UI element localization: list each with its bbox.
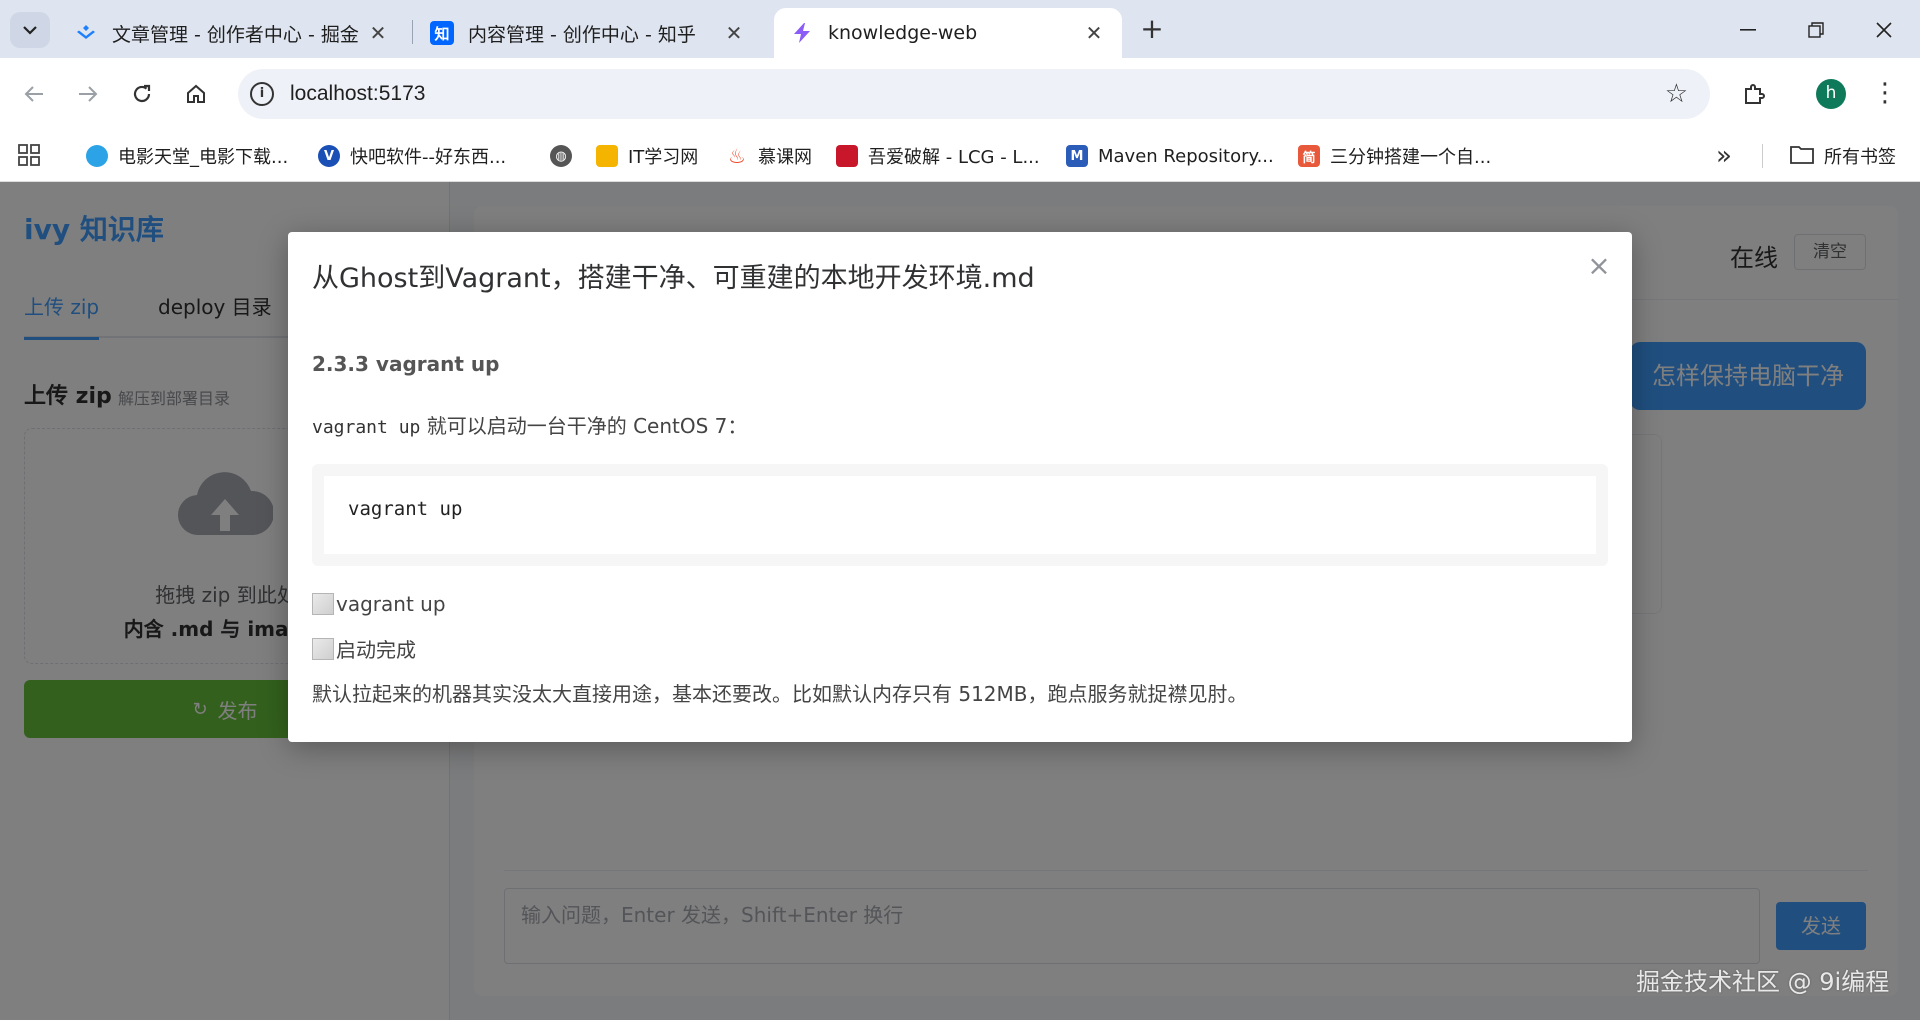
bookmark-item[interactable]: 电影天堂_电影下载... — [86, 130, 288, 182]
close-icon[interactable]: ✕ — [722, 21, 746, 45]
v-icon: V — [318, 145, 340, 167]
code-text: vagrant up — [324, 476, 1596, 554]
profile-avatar[interactable]: h — [1816, 79, 1846, 109]
browser-tab-juejin[interactable]: 文章管理 - 创作者中心 - 掘金 ✕ — [58, 8, 406, 58]
maven-icon: M — [1066, 145, 1088, 167]
52pojie-icon — [836, 145, 858, 167]
tab-divider — [412, 20, 413, 44]
apps-grid-icon[interactable] — [18, 144, 40, 170]
broken-image-icon — [312, 593, 334, 615]
bookmark-divider — [1762, 144, 1763, 168]
inline-code: vagrant up — [312, 417, 421, 438]
new-tab-button[interactable]: + — [1136, 14, 1168, 46]
bookmark-item[interactable]: IT学习网 — [596, 130, 698, 182]
close-icon[interactable]: × — [1584, 252, 1614, 282]
shield-icon — [86, 145, 108, 167]
bookmark-item[interactable]: ♨ 慕课网 — [726, 130, 812, 182]
close-icon[interactable]: ✕ — [366, 21, 390, 45]
site-info-icon[interactable]: i — [250, 82, 274, 106]
arrow-right-icon — [79, 86, 98, 102]
code-block: vagrant up — [312, 464, 1608, 566]
bookmark-item[interactable]: V 快吧软件--好东西... — [318, 130, 506, 182]
url-text: localhost:5173 — [290, 82, 426, 105]
puzzle-icon — [1745, 84, 1765, 104]
close-icon — [1876, 22, 1892, 38]
browser-tab-zhihu[interactable]: 知 内容管理 - 创作中心 - 知乎 ✕ — [414, 8, 762, 58]
browser-tab-knowledge-web[interactable]: knowledge-web ✕ — [774, 8, 1122, 58]
reload-button[interactable] — [124, 76, 160, 112]
close-window-button[interactable] — [1856, 10, 1912, 50]
jianshu-icon: 简 — [1298, 145, 1320, 167]
vite-icon — [790, 21, 814, 45]
all-bookmarks-folder[interactable]: 所有书签 — [1790, 130, 1896, 182]
restore-button[interactable] — [1788, 10, 1844, 50]
folder-mail-icon — [596, 145, 618, 167]
bookmarks-bar: 电影天堂_电影下载... V 快吧软件--好东西... ◍ IT学习网 ♨ 慕课… — [0, 130, 1920, 182]
browser-toolbar: i localhost:5173 ☆ h ⋮ — [0, 58, 1920, 130]
forward-button[interactable] — [70, 76, 106, 112]
broken-image: 启动完成 — [312, 634, 416, 663]
bookmark-item[interactable]: M Maven Repository... — [1066, 130, 1274, 182]
tab-search-button[interactable] — [10, 12, 50, 48]
home-icon — [187, 84, 205, 103]
close-icon[interactable]: ✕ — [1082, 21, 1106, 45]
extensions-button[interactable] — [1736, 76, 1772, 112]
back-button[interactable] — [16, 76, 52, 112]
home-button[interactable] — [178, 76, 214, 112]
more-menu-icon[interactable]: ⋮ — [1870, 76, 1900, 112]
watermark: 掘金技术社区 @ 9i编程 — [1636, 968, 1890, 996]
broken-image-icon — [312, 637, 334, 660]
markdown-preview-dialog: 从Ghost到Vagrant，搭建干净、可重建的本地开发环境.md × 2.3.… — [288, 232, 1632, 742]
markdown-paragraph: 默认拉起来的机器其实没太大直接用途，基本还要改。比如默认内存只有 512MB，跑… — [312, 682, 1248, 706]
arrow-left-icon — [24, 86, 43, 102]
bookmark-item[interactable]: 吾爱破解 - LCG - L... — [836, 130, 1040, 182]
reload-icon — [133, 84, 151, 103]
markdown-heading: 2.3.3 vagrant up — [312, 352, 500, 376]
bookmark-item[interactable]: 简 三分钟搭建一个自... — [1298, 130, 1491, 182]
minimize-button[interactable] — [1720, 10, 1776, 50]
juejin-icon — [74, 21, 98, 45]
dialog-title: 从Ghost到Vagrant，搭建干净、可重建的本地开发环境.md — [312, 263, 1035, 294]
chevron-down-icon — [23, 26, 37, 35]
browser-tab-strip: 文章管理 - 创作者中心 - 掘金 ✕ 知 内容管理 - 创作中心 - 知乎 ✕… — [0, 0, 1920, 58]
folder-icon — [1790, 144, 1814, 169]
chevron-double-right-icon[interactable]: » — [1716, 130, 1732, 182]
broken-image: vagrant up — [312, 592, 446, 616]
globe-icon: ◍ — [550, 145, 572, 167]
markdown-paragraph: vagrant up 就可以启动一台干净的 CentOS 7： — [312, 414, 748, 438]
restore-icon — [1808, 22, 1824, 38]
address-bar[interactable]: i localhost:5173 ☆ — [238, 69, 1710, 119]
zhihu-icon: 知 — [430, 21, 454, 45]
bookmark-item[interactable]: ◍ — [550, 130, 582, 182]
flame-icon: ♨ — [728, 144, 746, 168]
minimize-icon — [1740, 29, 1756, 31]
bookmark-star-icon[interactable]: ☆ — [1665, 79, 1688, 109]
